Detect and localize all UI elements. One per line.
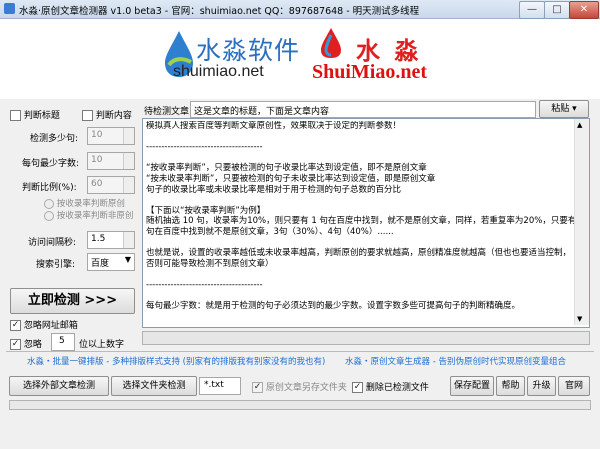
detect-now-button[interactable]: 立即检测 >>> — [10, 288, 135, 314]
ignore-digits-label: 忽略 — [23, 340, 42, 350]
content-line: “按未收录率判断”，只要被检测的句子未收录比率达到设定值，即是原创文章 — [146, 173, 436, 184]
ignore-digits-checkbox[interactable] — [10, 339, 21, 350]
min-chars-value: 10 — [91, 155, 103, 165]
chevron-down-icon: ▼ — [124, 255, 131, 264]
title-bar: 水淼·原创文章检测器 v1.0 beta3 - 官网：shuimiao.net … — [0, 0, 600, 19]
banner: 水淼软件 shuimiao.net 水 淼 ShuiMiao.net — [0, 19, 600, 99]
engine-label: 搜索引擎: — [36, 260, 76, 270]
min-chars-spinner[interactable]: 10 — [87, 152, 135, 170]
help-button[interactable]: 帮助 — [496, 376, 525, 396]
delete-checked-label: 删除已检测文件 — [365, 383, 429, 393]
content-scrollbar[interactable]: ▲ ▼ — [574, 119, 589, 325]
content-line: -------------------------------------- — [146, 279, 263, 290]
ignore-digits-input[interactable]: 5 — [51, 333, 75, 351]
content-line: -------------------------------------- — [146, 142, 263, 153]
logo-domain: shuimiao.net — [173, 63, 264, 80]
chevron-down-icon: ▾ — [572, 104, 577, 114]
check-title-option[interactable]: 判断标题 — [10, 108, 60, 121]
select-folder-button[interactable]: 选择文件夹检测 — [111, 376, 197, 396]
red-drop-logo-icon — [321, 28, 341, 58]
engine-selected-value: 百度 — [91, 259, 110, 269]
upgrade-button[interactable]: 升级 — [527, 376, 556, 396]
content-line: 句在百度中找到就不是原创文章，3句（30%）、4句（40%）...... — [146, 226, 394, 237]
save-original-checkbox[interactable] — [252, 382, 263, 393]
ad-link-batch-format[interactable]: 水淼・批量一键排版 - 多种排版样式支持 (别家有的排版我有别家没有的我也有) — [27, 355, 325, 367]
content-line: 每句最少字数：就是用于检测的句子必须达到的最少字数。设置字数多些可提高句子的判断… — [146, 301, 521, 312]
delete-checked-checkbox[interactable] — [352, 382, 363, 393]
min-chars-label: 每句最少字数: — [22, 159, 80, 169]
radio-collect-rate-label: 按收录率判断原创 — [56, 199, 125, 209]
check-title-label: 判断标题 — [23, 111, 60, 121]
interval-spinner[interactable]: 1.5 — [87, 231, 135, 249]
min-sentences-value: 10 — [91, 130, 103, 140]
content-line — [146, 269, 574, 280]
radio-uncollect-rate-dot[interactable] — [44, 210, 54, 221]
ratio-spinner[interactable]: 60 — [87, 176, 135, 194]
file-extension-value: *.txt — [204, 380, 224, 390]
article-title-value: 这是文章的标题，下面是文章内容 — [194, 107, 330, 117]
progress-bar — [142, 331, 590, 345]
ignore-url-label: 忽略网址邮箱 — [23, 321, 78, 331]
app-icon — [4, 3, 15, 14]
content-line: 否则可能导致检测不到原创文章） — [146, 258, 274, 269]
ratio-value: 60 — [91, 179, 103, 189]
ad-link-article-generator[interactable]: 水淼・原创文章生成器 - 告别伪原创时代实现原创变量组合 — [345, 355, 566, 367]
min-sentences-label: 检测多少句: — [30, 134, 79, 144]
content-line: 随机抽选 10 句，收录率为10%，则只要有 1 句在百度中找到，就不是原创文章… — [146, 216, 574, 227]
window-title: 水淼·原创文章检测器 v1.0 beta3 - 官网：shuimiao.net … — [19, 6, 420, 17]
ignore-digits-value: 5 — [59, 336, 65, 346]
radio-collect-rate[interactable]: 按收录率判断原创 — [44, 197, 125, 209]
content-line: 也就是说，设置的收录率越低或未收录率越高，判断原创的要求就越高，原创精准度就越高… — [146, 248, 572, 259]
ignore-digits-suffix: 位以上数字 — [79, 340, 125, 350]
bottom-progress-bar — [9, 400, 591, 410]
article-content-text: 模拟真人搜索百度等判断文章原创性，效果取决于设定的判断参数！ ----------… — [146, 121, 574, 325]
content-line: 【下面以“按收录率判断”为例】 — [146, 205, 266, 216]
radio-uncollect-rate-label: 按收录率判断非原创 — [56, 211, 134, 221]
minimize-button[interactable]: — — [519, 1, 545, 19]
content-line — [146, 132, 574, 143]
save-original-label: 原创文章另存文件夹 — [265, 383, 347, 393]
paste-button[interactable]: 粘贴 ▾ — [539, 100, 589, 118]
engine-select[interactable]: 百度 ▼ — [87, 253, 135, 271]
select-external-article-button[interactable]: 选择外部文章检测 — [9, 376, 109, 396]
check-content-checkbox[interactable] — [82, 110, 93, 121]
article-title-input[interactable]: 这是文章的标题，下面是文章内容 — [190, 101, 536, 118]
check-content-label: 判断内容 — [95, 111, 132, 121]
interval-label: 访问间隔秒: — [28, 238, 77, 248]
interval-value: 1.5 — [91, 234, 106, 244]
save-config-button[interactable]: 保存配置 — [450, 376, 494, 396]
paste-button-label: 粘贴 — [551, 104, 570, 114]
check-title-checkbox[interactable] — [10, 110, 21, 121]
scroll-down-icon[interactable]: ▼ — [577, 315, 582, 323]
delete-checked-option[interactable]: 删除已检测文件 — [352, 380, 429, 393]
content-line: 句子的收录比率或未收录比率是相对于用于检测的句子总数的百分比 — [146, 184, 402, 195]
radio-uncollect-rate[interactable]: 按收录率判断非原创 — [44, 209, 133, 221]
content-line — [146, 195, 574, 206]
check-content-option[interactable]: 判断内容 — [82, 108, 132, 121]
content-line: 模拟真人搜索百度等判断文章原创性，效果取决于设定的判断参数！ — [146, 121, 402, 131]
ignore-url-checkbox[interactable] — [10, 320, 21, 331]
logo2-domain: ShuiMiao.net — [312, 61, 428, 83]
file-extension-input[interactable]: *.txt — [199, 377, 241, 395]
scroll-up-icon[interactable]: ▲ — [577, 121, 582, 129]
radio-collect-rate-dot[interactable] — [44, 198, 54, 209]
article-label: 待检测文章: — [144, 107, 193, 117]
content-line: “按收录率判断”，只要被检测的句子收录比率达到设定值，即不是原创文章 — [146, 163, 427, 174]
min-sentences-spinner[interactable]: 10 — [87, 127, 135, 145]
website-button[interactable]: 官网 — [558, 376, 590, 396]
separator — [6, 351, 594, 352]
close-button[interactable]: ✕ — [569, 1, 599, 19]
ratio-label: 判断比例(%): — [22, 183, 77, 193]
article-content-textarea[interactable]: 模拟真人搜索百度等判断文章原创性，效果取决于设定的判断参数！ ----------… — [142, 118, 590, 328]
content-line — [146, 238, 574, 249]
content-line — [146, 153, 574, 164]
save-original-option[interactable]: 原创文章另存文件夹 — [252, 380, 347, 393]
ignore-digits-option[interactable]: 忽略 — [10, 337, 42, 350]
ignore-url-option[interactable]: 忽略网址邮箱 — [10, 318, 78, 331]
maximize-button[interactable]: □ — [544, 1, 570, 19]
content-line — [146, 291, 574, 302]
logo-chinese-name: 水淼软件 — [196, 36, 301, 65]
